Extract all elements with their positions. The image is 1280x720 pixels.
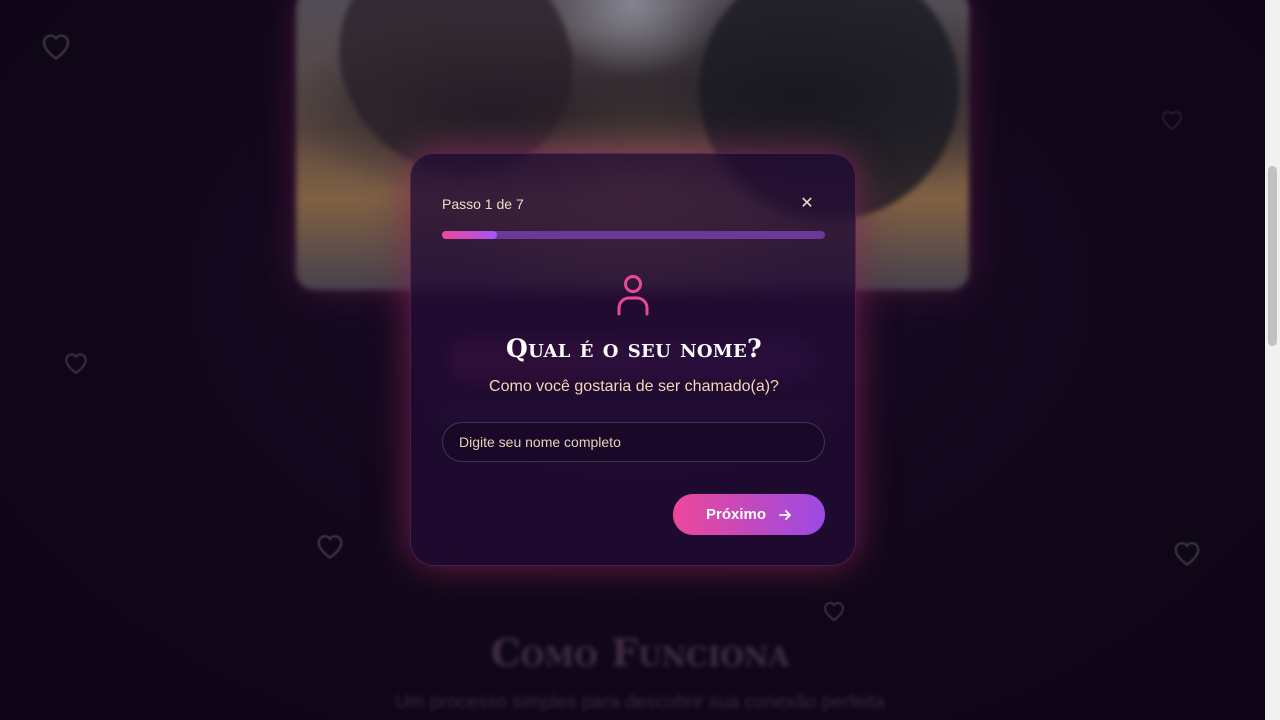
user-icon	[617, 275, 649, 316]
name-input[interactable]	[442, 422, 825, 462]
close-icon[interactable]: ✕	[797, 194, 817, 214]
next-button[interactable]: Próximo	[673, 494, 825, 535]
scrollbar-thumb[interactable]	[1268, 166, 1277, 346]
onboarding-modal: Passo 1 de 7 ✕ Qual é o seu nome? Como v…	[410, 153, 856, 566]
question-title: Qual é o seu nome?	[506, 334, 762, 363]
scrollbar[interactable]	[1265, 0, 1280, 720]
question-subtitle: Como você gostaria de ser chamado(a)?	[489, 378, 779, 395]
progress-bar	[442, 231, 825, 239]
step-indicator: Passo 1 de 7	[442, 196, 524, 212]
next-button-label: Próximo	[705, 506, 766, 523]
progress-bar-fill	[442, 231, 497, 239]
arrow-right-icon	[779, 509, 791, 520]
